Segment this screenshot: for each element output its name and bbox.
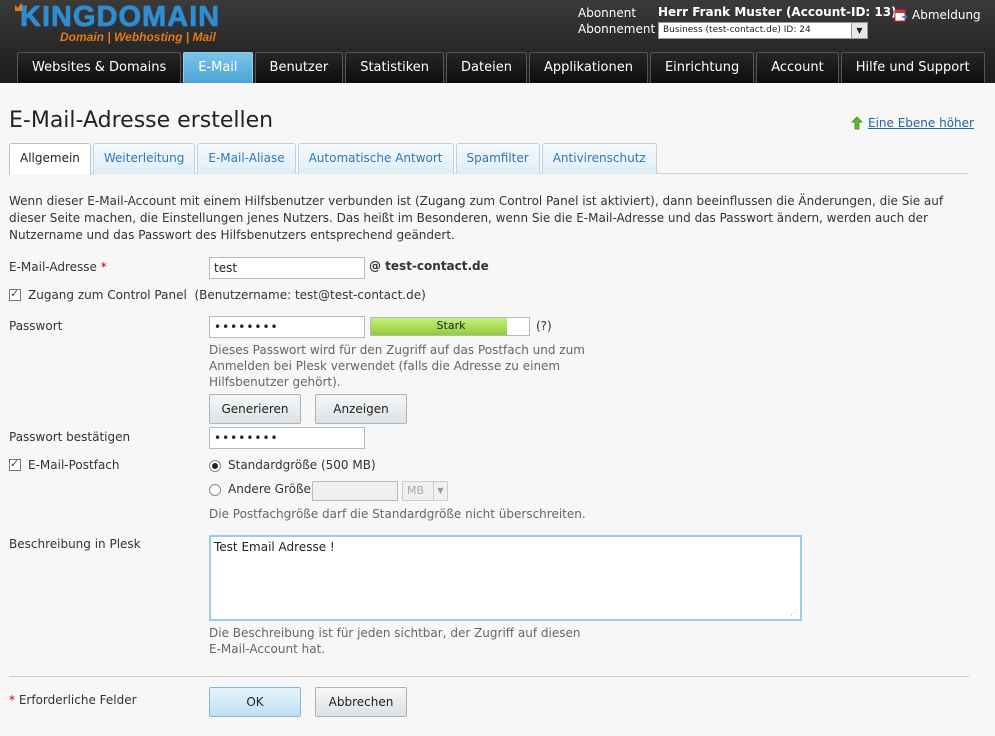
chevron-down-icon: ▼: [851, 23, 867, 38]
email-address-input[interactable]: test: [209, 257, 365, 279]
password-confirm-label: Passwort bestätigen: [9, 430, 131, 444]
tab-email-aliases[interactable]: E-Mail-Aliase: [197, 143, 296, 174]
form-tabs: Allgemein Weiterleitung E-Mail-Aliase Au…: [9, 143, 969, 175]
password-strength-label: Stark: [436, 319, 466, 332]
up-one-level-link[interactable]: Eine Ebene höher: [850, 116, 974, 130]
ok-button[interactable]: OK: [209, 687, 301, 717]
cancel-button[interactable]: Abbrechen: [315, 687, 407, 717]
password-strength-meter: Stark: [370, 317, 530, 336]
password-input[interactable]: ••••••••: [209, 316, 365, 338]
nav-tab-websites-domains[interactable]: Websites & Domains: [17, 52, 182, 83]
required-mark: *: [9, 693, 15, 707]
logo-tagline: Domain | Webhosting | Mail: [60, 30, 216, 44]
form-divider: [9, 676, 969, 677]
control-panel-label: Zugang zum Control Panel (Benutzername: …: [28, 288, 426, 302]
subscription-select[interactable]: Business (test-contact.de) ID: 24 ▼: [658, 22, 868, 39]
size-unit-value: MB: [407, 484, 425, 497]
size-unit-select[interactable]: MB ▼: [402, 481, 448, 501]
chevron-down-icon: ▼: [433, 482, 447, 500]
intro-text: Wenn dieser E-Mail-Account mit einem Hil…: [9, 194, 944, 242]
arrow-up-icon: [851, 116, 863, 130]
nav-tab-account[interactable]: Account: [756, 52, 839, 83]
default-size-radio[interactable]: [209, 460, 221, 472]
subscriber-label: Abonnent: [578, 6, 637, 20]
email-address-label-text: E-Mail-Adresse: [9, 260, 97, 274]
required-fields-label: Erforderliche Felder: [18, 693, 137, 707]
mailbox-label: E-Mail-Postfach: [28, 458, 120, 472]
other-size-input[interactable]: [312, 481, 398, 501]
nav-tab-applications[interactable]: Applikationen: [528, 52, 648, 83]
nav-tab-help-support[interactable]: Hilfe und Support: [840, 52, 985, 83]
nav-tab-users[interactable]: Benutzer: [254, 52, 344, 83]
kingdomain-logo[interactable]: KINGDOMAIN Domain | Webhosting | Mail: [14, 1, 234, 46]
subscription-labels: Abonnent Abonnement: [578, 5, 655, 37]
password-confirm-input[interactable]: ••••••••: [209, 427, 365, 449]
resize-handle-icon[interactable]: ⋰: [790, 608, 798, 617]
password-hint: Dieses Passwort wird für den Zugriff auf…: [209, 343, 585, 389]
logout-label: Abmeldung: [912, 8, 981, 22]
password-strength-help[interactable]: (?): [536, 319, 552, 333]
nav-tab-email[interactable]: E-Mail: [183, 52, 253, 83]
control-panel-username-hint: (Benutzername: test@test-contact.de): [194, 288, 426, 302]
main-nav: Websites & Domains E-Mail Benutzer Stati…: [17, 52, 985, 83]
page-title: E-Mail-Adresse erstellen: [9, 108, 274, 133]
control-panel-checkbox[interactable]: [9, 287, 21, 301]
tab-forwarding[interactable]: Weiterleitung: [92, 143, 196, 174]
control-panel-label-text: Zugang zum Control Panel: [28, 288, 187, 302]
account-name: Herr Frank Muster (Account-ID: 13): [658, 5, 897, 19]
up-one-level-label: Eine Ebene höher: [868, 116, 974, 130]
required-fields-note: * Erforderliche Felder: [9, 693, 137, 707]
tab-spam-filter[interactable]: Spamfilter: [455, 143, 540, 174]
other-size-label: Andere Größe: [228, 482, 311, 496]
email-address-label: E-Mail-Adresse *: [9, 260, 107, 274]
default-size-label: Standardgröße (500 MB): [228, 458, 376, 472]
logout-link[interactable]: Abmeldung: [894, 8, 981, 22]
tab-general[interactable]: Allgemein: [9, 143, 91, 175]
tab-auto-reply[interactable]: Automatische Antwort: [297, 143, 454, 174]
show-password-button[interactable]: Anzeigen: [315, 394, 407, 424]
mailbox-checkbox[interactable]: [9, 457, 21, 471]
tab-antivirus[interactable]: Antivirenschutz: [541, 143, 657, 174]
size-hint: Die Postfachgröße darf die Standardgröße…: [209, 507, 586, 521]
description-label: Beschreibung in Plesk: [9, 537, 141, 551]
password-label: Passwort: [9, 319, 63, 333]
logout-icon: [894, 9, 908, 21]
other-size-radio[interactable]: [209, 484, 221, 496]
email-domain: @ test-contact.de: [369, 259, 489, 273]
nav-tab-files[interactable]: Dateien: [446, 52, 527, 83]
nav-tab-setup[interactable]: Einrichtung: [649, 52, 755, 83]
description-hint: Die Beschreibung ist für jeden sichtbar,…: [209, 626, 581, 656]
subscription-label: Abonnement: [578, 22, 656, 36]
generate-password-button[interactable]: Generieren: [209, 394, 301, 424]
required-mark: *: [100, 260, 107, 274]
nav-tab-statistics[interactable]: Statistiken: [345, 52, 445, 83]
description-textarea[interactable]: Test Email Adresse ! ⋰: [209, 535, 802, 621]
description-value: Test Email Adresse !: [214, 540, 335, 554]
subscription-select-value: Business (test-contact.de) ID: 24: [663, 25, 811, 35]
top-header: KINGDOMAIN Domain | Webhosting | Mail Ab…: [0, 0, 995, 83]
